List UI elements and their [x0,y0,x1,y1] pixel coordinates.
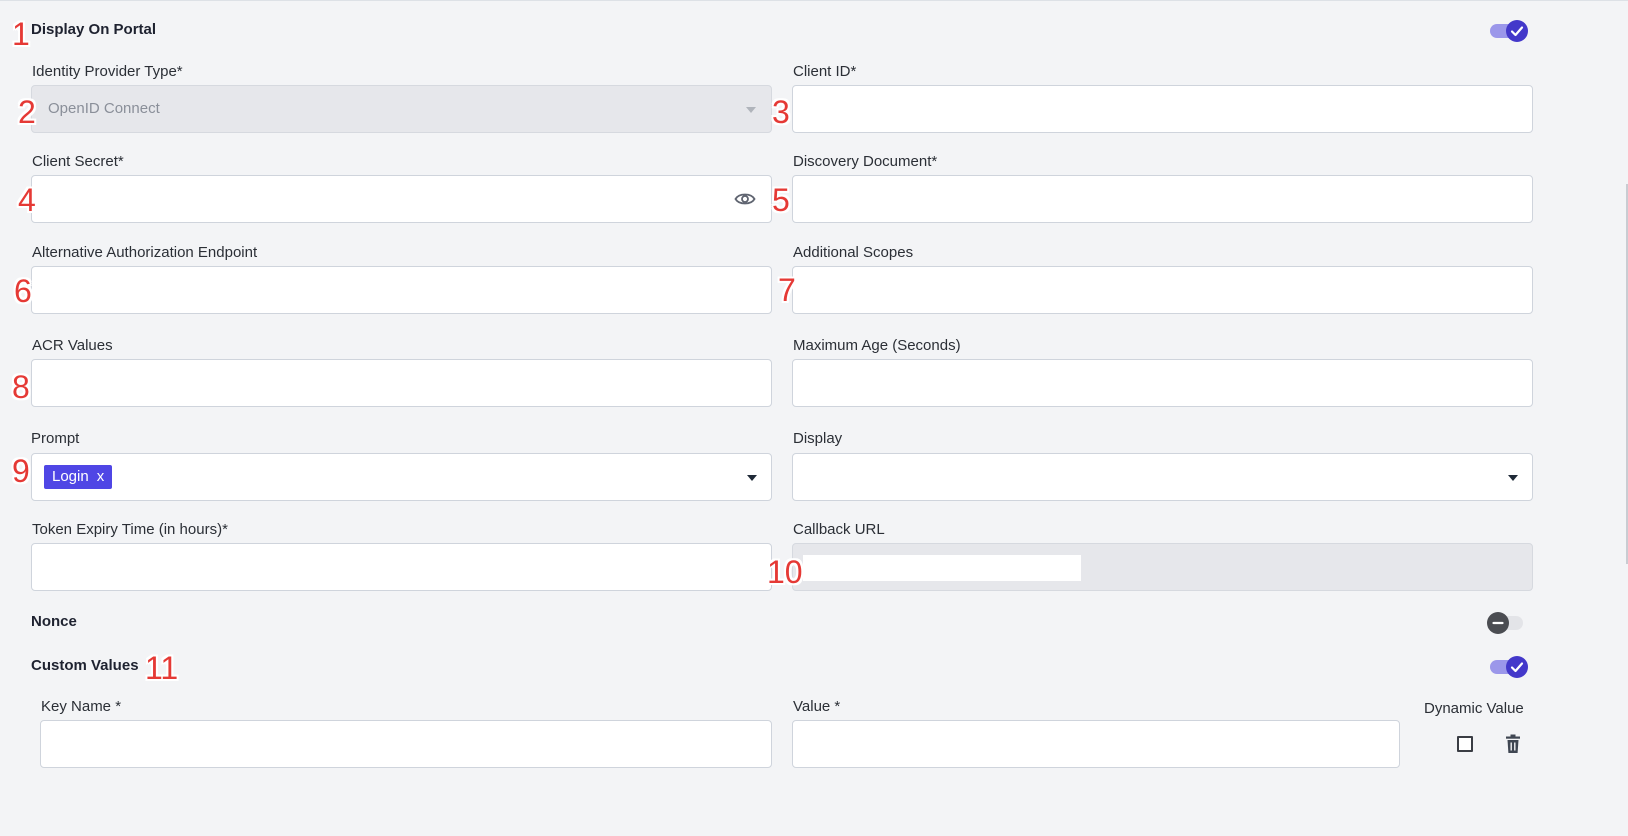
max-age-input[interactable] [793,360,1532,406]
max-age-field[interactable] [792,359,1533,407]
custom-values-label: Custom Values [31,657,139,674]
identity-provider-type-label: Identity Provider Type* [32,63,183,80]
toggle-knob [1506,656,1528,678]
chip-remove-icon[interactable]: x [97,468,105,485]
key-name-input[interactable] [41,721,771,767]
nonce-label: Nonce [31,613,77,630]
chevron-down-icon[interactable] [747,475,757,481]
chip-label: Login [52,468,89,485]
identity-provider-type-select[interactable]: OpenID Connect [31,85,772,133]
additional-scopes-input[interactable] [793,267,1532,313]
annotation-9: 9 [12,453,30,489]
token-expiry-label: Token Expiry Time (in hours)* [32,521,228,538]
prompt-multiselect[interactable]: Login x [31,453,772,501]
acr-values-field[interactable] [31,359,772,407]
prompt-label: Prompt [31,430,80,447]
chevron-down-icon[interactable] [1508,475,1518,481]
trash-icon[interactable] [1504,734,1522,754]
annotation-2: 2 [18,94,36,130]
client-secret-label: Client Secret* [32,153,124,170]
annotation-10: 10 [767,554,803,590]
value-input[interactable] [793,721,1399,767]
nonce-toggle[interactable] [1487,610,1527,634]
alt-auth-endpoint-field[interactable] [31,266,772,314]
client-secret-field[interactable] [31,175,772,223]
key-name-label: Key Name * [41,698,122,715]
annotation-6: 6 [14,273,32,309]
additional-scopes-field[interactable] [792,266,1533,314]
annotation-11: 11 [145,650,179,686]
discovery-document-field[interactable] [792,175,1533,223]
additional-scopes-label: Additional Scopes [793,244,914,261]
annotation-1: 1 [12,16,30,52]
check-icon [1510,26,1524,37]
annotation-5: 5 [772,182,790,218]
display-label: Display [793,430,843,447]
value-field[interactable] [792,720,1400,768]
dynamic-value-label: Dynamic Value [1424,700,1524,717]
max-age-label: Maximum Age (Seconds) [793,337,961,354]
client-id-field[interactable] [792,85,1533,133]
callback-url-label: Callback URL [793,521,885,538]
callback-url-value [803,555,1081,581]
alt-auth-endpoint-input[interactable] [32,267,771,313]
display-on-portal-label: Display On Portal [31,21,157,38]
prompt-chip-login[interactable]: Login x [44,465,113,489]
client-secret-input[interactable] [32,176,712,222]
dynamic-value-checkbox[interactable] [1457,736,1473,752]
annotation-8: 8 [12,369,30,405]
token-expiry-input[interactable] [32,544,771,590]
minus-icon [1492,621,1504,625]
identity-provider-type-value: OpenID Connect [48,100,160,117]
discovery-document-label: Discovery Document* [793,153,938,170]
discovery-document-input[interactable] [793,176,1532,222]
alt-auth-endpoint-label: Alternative Authorization Endpoint [32,244,258,261]
toggle-knob [1487,612,1509,634]
key-name-field[interactable] [40,720,772,768]
callback-url-field [792,543,1533,591]
token-expiry-field[interactable] [31,543,772,591]
check-icon [1510,662,1524,673]
toggle-knob [1506,20,1528,42]
acr-values-input[interactable] [32,360,771,406]
chevron-down-icon [746,107,756,113]
display-on-portal-toggle[interactable] [1488,18,1528,42]
value-label: Value * [793,698,841,715]
eye-icon[interactable] [734,190,756,208]
client-id-input[interactable] [793,86,1532,132]
custom-values-toggle[interactable] [1488,654,1528,678]
display-select[interactable] [792,453,1533,501]
client-id-label: Client ID* [793,63,857,80]
annotation-4: 4 [18,182,36,218]
annotation-7: 7 [778,272,796,308]
acr-values-label: ACR Values [32,337,113,354]
annotation-3: 3 [772,94,790,130]
top-divider [0,0,1628,1]
